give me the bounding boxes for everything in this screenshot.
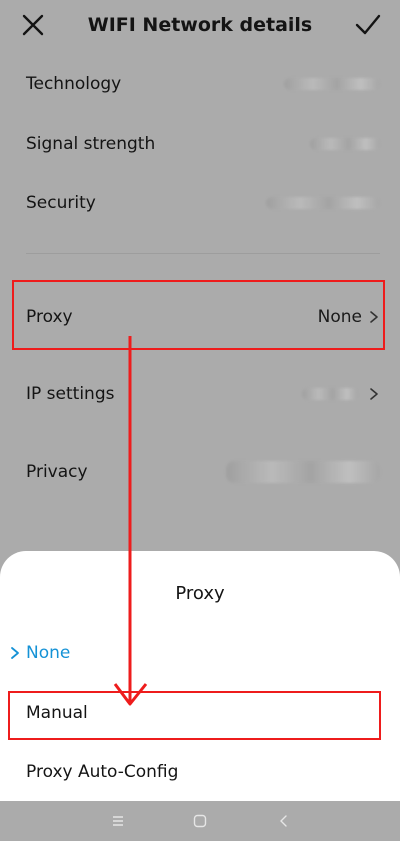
ip-settings-row[interactable]: IP settings: [26, 374, 380, 414]
security-row: Security: [26, 183, 380, 223]
top-bar: WIFI Network details: [0, 0, 400, 52]
system-nav-bar: [0, 801, 400, 841]
signal-strength-label: Signal strength: [26, 134, 156, 154]
proxy-option-auto-config[interactable]: Proxy Auto-Config: [26, 762, 178, 782]
proxy-option-none[interactable]: None: [26, 643, 70, 663]
selected-chevron-icon: [11, 647, 19, 659]
proxy-row-highlight: [12, 280, 385, 350]
signal-strength-value-redacted: [310, 138, 380, 150]
security-label: Security: [26, 193, 96, 213]
manual-option-highlight: [8, 691, 381, 740]
sheet-title: Proxy: [175, 583, 225, 604]
ip-settings-label: IP settings: [26, 384, 115, 404]
technology-value-redacted: [284, 78, 380, 90]
menu-icon[interactable]: [110, 813, 126, 829]
privacy-label: Privacy: [26, 462, 88, 482]
technology-row: Technology: [26, 64, 380, 104]
page-title: WIFI Network details: [87, 14, 313, 36]
checkmark-icon[interactable]: [354, 12, 382, 38]
ip-settings-value-redacted: [302, 388, 358, 400]
home-icon[interactable]: [192, 813, 208, 829]
proxy-bottom-sheet: Proxy None Manual Proxy Auto-Config: [0, 551, 400, 801]
back-icon[interactable]: [276, 813, 292, 829]
chevron-right-icon: [370, 388, 378, 400]
privacy-row[interactable]: Privacy: [26, 452, 380, 492]
signal-strength-row: Signal strength: [26, 124, 380, 164]
security-value-redacted: [266, 197, 380, 209]
divider: [26, 253, 380, 254]
privacy-value-redacted: [226, 461, 380, 483]
technology-label: Technology: [26, 74, 122, 94]
